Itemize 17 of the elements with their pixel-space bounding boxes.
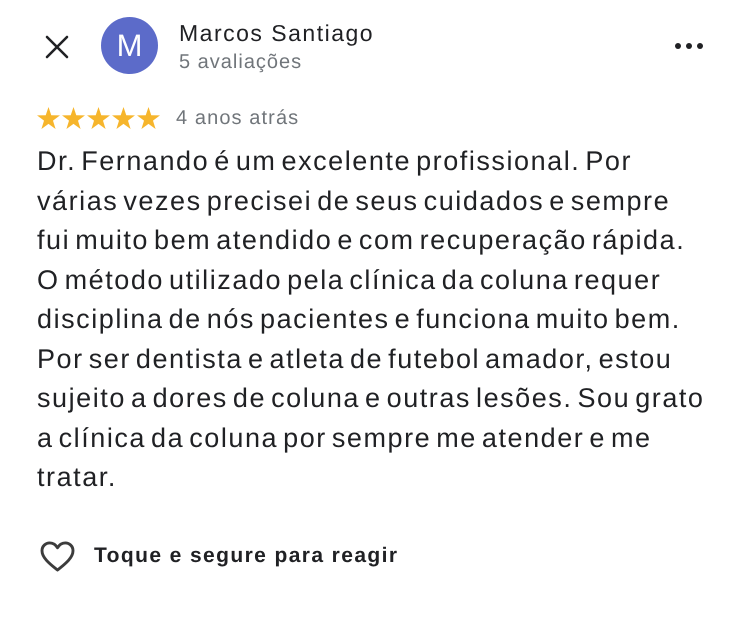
- react-hint: Toque e segure para reagir: [94, 544, 398, 568]
- review-text: Dr. Fernando é um excelente profissional. Por várias vezes precisei de seus cuidados e sempre fui muito bem atendido e com recuperação rápida. O método utilizado pela clínica da coluna requer disciplina de nós pacientes e funciona muito bem. Por ser dentista e atleta de futebol amador, estou sujeito a dores de coluna e outras lesões. Sou grato a clínica da coluna por sempre me atender e me tratar.: [37, 145, 706, 494]
- close-icon: [45, 35, 69, 59]
- react-button[interactable]: [40, 540, 75, 572]
- star-icon: [112, 107, 135, 129]
- heart-icon: [40, 540, 75, 572]
- star-icon: [62, 107, 85, 129]
- more-options-button[interactable]: [675, 43, 703, 49]
- reviewer-name[interactable]: Marcos Santiago: [179, 18, 374, 48]
- star-icon: [37, 107, 60, 129]
- more-icon: [675, 43, 703, 49]
- review-date: 4 anos atrás: [176, 106, 300, 130]
- close-button[interactable]: [45, 35, 69, 59]
- star-icon: [137, 107, 160, 129]
- avatar: M: [101, 17, 158, 74]
- review-count: 5 avaliações: [179, 50, 304, 74]
- star-icon: [87, 107, 110, 129]
